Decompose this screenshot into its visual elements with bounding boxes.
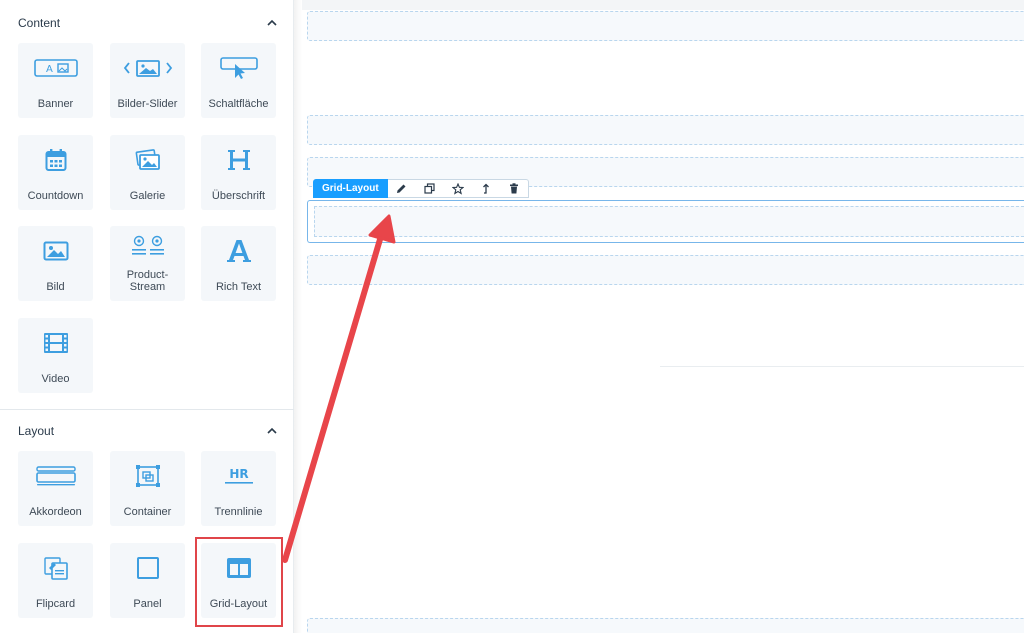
svg-text:A: A [46, 64, 53, 75]
film-icon [18, 330, 93, 356]
toolbar-actions [387, 179, 529, 198]
tile-galerie[interactable]: Galerie [110, 135, 185, 210]
chevron-up-icon[interactable] [266, 17, 278, 29]
edit-button[interactable] [388, 180, 416, 197]
duplicate-button[interactable] [416, 180, 444, 197]
selected-grid-layout-block[interactable] [307, 200, 1024, 243]
flipcard-icon [18, 555, 93, 581]
tile-label: Product- Stream [110, 269, 185, 293]
layout-section-header[interactable]: Layout [18, 421, 278, 441]
move-up-button[interactable] [472, 180, 500, 197]
tile-label: Trennlinie [214, 506, 263, 518]
editor-canvas: Grid-Layout [302, 0, 1024, 633]
page-root: Content A Banner Bilder-Slider Schaltflä… [0, 0, 1024, 633]
tile-panel[interactable]: Panel [110, 543, 185, 618]
hr-icon-text: HR [229, 467, 248, 481]
content-section-header[interactable]: Content [18, 13, 278, 33]
tile-label: Countdown [27, 190, 84, 202]
tile-product-stream[interactable]: Product- Stream [110, 226, 185, 301]
chevron-up-icon[interactable] [266, 425, 278, 437]
product-stream-icon [110, 234, 185, 260]
tile-ueberschrift[interactable]: Überschrift [201, 135, 276, 210]
tile-label: Flipcard [35, 598, 76, 610]
tile-bild[interactable]: Bild [18, 226, 93, 301]
delete-button[interactable] [500, 180, 528, 197]
drop-zone[interactable] [307, 115, 1024, 145]
tile-label: Banner [37, 98, 74, 110]
element-sidebar: Content A Banner Bilder-Slider Schaltflä… [0, 0, 294, 633]
canvas-top-strip [302, 0, 1024, 10]
tile-label: Galerie [129, 190, 166, 202]
heading-icon [201, 147, 276, 173]
highlight-annotation-box [195, 537, 283, 627]
grid-layout-drop-area[interactable] [314, 206, 1024, 237]
duplicate-icon [424, 183, 435, 194]
tile-banner[interactable]: A Banner [18, 43, 93, 118]
content-section-title: Content [18, 16, 61, 30]
drop-zone[interactable] [307, 255, 1024, 285]
tile-trennlinie[interactable]: HR Trennlinie [201, 451, 276, 526]
sidebar-shadow [294, 0, 302, 633]
star-icon [451, 182, 464, 195]
tile-label-line2: Stream [129, 281, 166, 293]
selected-element-label: Grid-Layout [313, 179, 388, 198]
element-toolbar: Grid-Layout [313, 179, 529, 198]
favorite-button[interactable] [444, 180, 472, 197]
tile-label-line1: Product- [126, 269, 169, 281]
accordion-icon [18, 463, 93, 489]
edit-icon [397, 184, 406, 193]
tile-label: Container [123, 506, 172, 518]
drop-zone[interactable] [307, 11, 1024, 41]
tile-flipcard[interactable]: Flipcard [18, 543, 93, 618]
layout-section-title: Layout [18, 424, 55, 438]
tile-bilder-slider[interactable]: Bilder-Slider [110, 43, 185, 118]
image-slider-icon [110, 55, 185, 81]
tile-countdown[interactable]: Countdown [18, 135, 93, 210]
gallery-icon [110, 147, 185, 173]
hr-divider-icon: HR [201, 463, 276, 489]
tile-label: Rich Text [215, 281, 262, 293]
container-icon [110, 463, 185, 489]
tile-label: Überschrift [211, 190, 266, 202]
tile-label: Bild [46, 281, 65, 293]
tile-rich-text[interactable]: Rich Text [201, 226, 276, 301]
calendar-icon [18, 147, 93, 173]
canvas-separator-line [660, 366, 1024, 367]
tile-label: Panel [133, 598, 162, 610]
rich-text-icon [201, 238, 276, 264]
section-divider [0, 409, 294, 410]
image-icon [18, 238, 93, 264]
delete-icon [509, 183, 518, 194]
tile-label: Video [41, 373, 70, 385]
drop-zone[interactable] [307, 618, 1024, 633]
tile-label: Bilder-Slider [117, 98, 178, 110]
tile-label: Akkordeon [29, 506, 82, 518]
move-up-icon [482, 183, 489, 194]
tile-schaltflaeche[interactable]: Schaltfläche [201, 43, 276, 118]
banner-icon: A [18, 55, 93, 81]
tile-akkordeon[interactable]: Akkordeon [18, 451, 93, 526]
tile-container[interactable]: Container [110, 451, 185, 526]
button-cursor-icon [201, 55, 276, 81]
tile-label: Schaltfläche [208, 98, 269, 110]
panel-icon [110, 555, 185, 581]
tile-video[interactable]: Video [18, 318, 93, 393]
